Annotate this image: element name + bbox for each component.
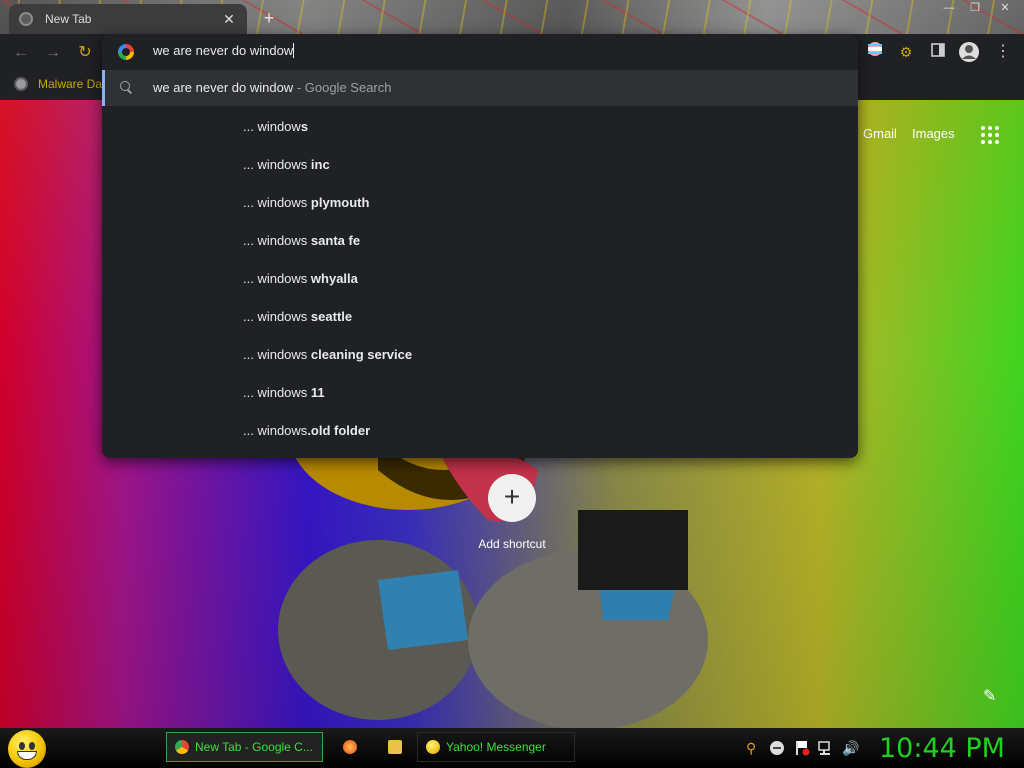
window-close-icon[interactable]: ✕ [992,0,1018,16]
yahoo-smiley-icon [426,740,440,754]
suggestion-item[interactable]: ... windows whyalla [243,260,743,298]
folder-icon [388,740,402,754]
chrome-icon [175,740,189,754]
add-shortcut-tile[interactable]: + Add shortcut [468,474,556,551]
tray-messenger-icon[interactable] [769,740,785,756]
suggestion-item[interactable]: ... windows 11 [243,374,743,412]
add-icon: + [488,474,536,522]
bookmark-malware[interactable]: Malware Da [14,77,102,91]
customize-pencil-icon[interactable]: ✎ [983,686,1001,705]
taskbar: New Tab - Google C... Yahoo! Messenger [0,728,1024,768]
taskbar-chrome-button[interactable]: New Tab - Google C... [166,732,323,762]
forward-button[interactable]: → [42,42,64,64]
add-shortcut-label: Add shortcut [478,537,546,551]
taskbar-firefox-button[interactable] [335,732,371,762]
tab-new-tab[interactable]: New Tab ✕ [9,4,247,34]
side-panel-icon[interactable] [927,41,949,63]
profile-avatar-icon[interactable] [958,41,980,63]
suggestion-item[interactable]: ... windows [243,108,743,146]
tray-flag-icon[interactable] [794,740,810,756]
taskbar-yahoo-button[interactable]: Yahoo! Messenger [417,732,575,762]
suggestion-item[interactable]: ... windows.old folder [243,412,743,450]
profile-flag-icon[interactable] [864,41,886,63]
chrome-menu-icon[interactable]: ⋮ [992,41,1014,63]
search-icon [120,81,132,93]
extensions-puzzle-icon[interactable]: ⚙ [895,41,917,63]
omnibox-dropdown: we are never do window we are never do w… [102,34,858,458]
back-button[interactable]: ← [10,42,32,64]
gmail-link[interactable]: Gmail [863,126,897,141]
close-tab-icon[interactable]: ✕ [221,11,237,27]
globe-icon [14,77,28,91]
tab-title: New Tab [45,12,92,26]
taskbar-clock[interactable]: 10:44 PM [879,733,1005,764]
bookmark-label: Malware Da [38,77,103,91]
tray-network-icon[interactable] [818,740,834,756]
firefox-icon [343,740,357,754]
omnibox[interactable]: we are never do window [102,34,858,70]
suggestion-item[interactable]: ... windows santa fe [243,222,743,260]
start-smiley-icon[interactable] [8,730,46,768]
new-tab-button[interactable]: + [258,7,280,29]
chrome-icon [19,12,33,26]
restore-icon[interactable]: ❐ [962,0,988,16]
suggestion-item[interactable]: ... windows seattle [243,298,743,336]
suggestion-suffix: - Google Search [293,80,392,95]
images-link[interactable]: Images [912,126,955,141]
minimize-icon[interactable]: — [936,0,962,16]
tray-volume-icon[interactable]: 🔊 [842,740,859,756]
title-bar: New Tab ✕ + — ❐ ✕ [0,0,1024,34]
suggestion-item[interactable]: ... windows plymouth [243,184,743,222]
taskbar-folder-button[interactable] [380,732,416,762]
reload-button[interactable]: ↻ [74,42,96,64]
omnibox-input[interactable]: we are never do window [153,43,295,58]
tray-search-icon[interactable]: ⚲ [746,740,762,756]
suggestion-query: we are never do window [153,80,294,95]
suggestion-item[interactable]: ... windows cleaning service [243,336,743,374]
suggestion-item[interactable]: ... windows inc [243,146,743,184]
suggestion-search-row[interactable]: we are never do window - Google Search [102,70,858,106]
google-g-icon [118,44,134,60]
google-apps-icon[interactable] [981,126,999,144]
